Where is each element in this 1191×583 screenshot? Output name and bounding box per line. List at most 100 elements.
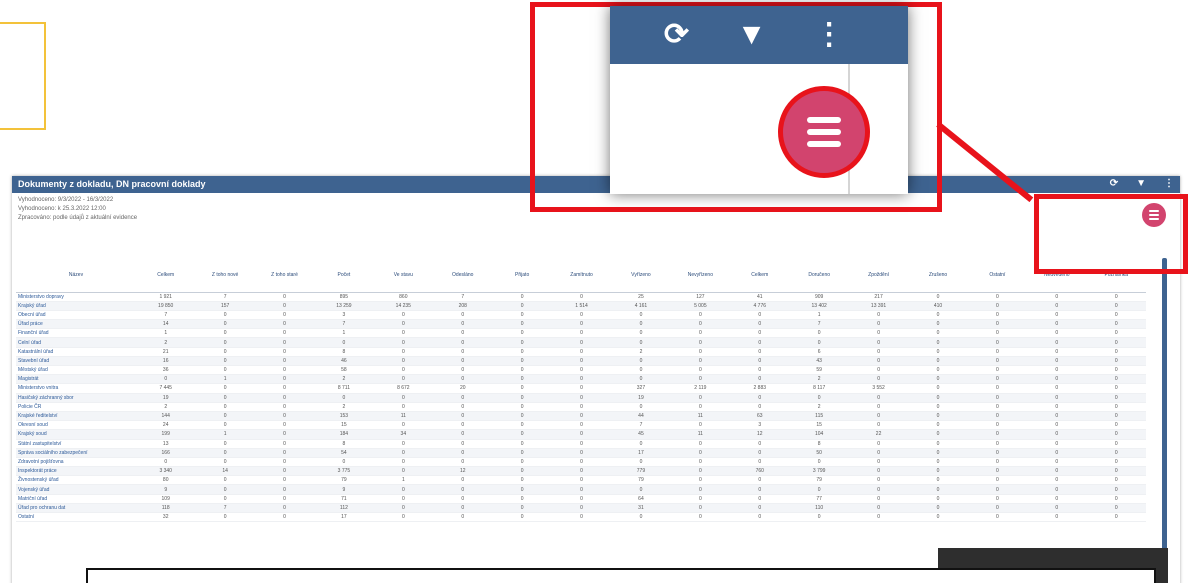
row-name-link[interactable]: Městský úřad — [16, 365, 136, 376]
table-cell: 0 — [670, 439, 731, 449]
more-vertical-icon[interactable]: ⋮ — [814, 20, 844, 50]
column-header[interactable]: Odesláno — [433, 258, 493, 293]
table-cell: 0 — [611, 328, 671, 339]
table-cell: 0 — [1027, 365, 1087, 376]
column-header[interactable]: Nevyřízeno — [670, 258, 731, 293]
table-cell: 0 — [789, 484, 849, 495]
table-cell: 0 — [254, 356, 315, 367]
row-name-link[interactable]: Krajský úřad — [16, 301, 136, 311]
table-cell: 0 — [492, 301, 552, 311]
table-cell: 0 — [1027, 484, 1087, 495]
table-cell: 0 — [1086, 292, 1146, 302]
row-name-link[interactable]: Krajské ředitelství — [16, 411, 136, 422]
row-name-link[interactable]: Zdravotní pojišťovna — [16, 457, 136, 468]
table-cell: 0 — [967, 365, 1028, 376]
row-name-link[interactable]: Ministerstvo dopravy — [16, 292, 136, 302]
row-name-link[interactable]: Živnostenský úřad — [16, 475, 136, 486]
table-cell: 0 — [492, 411, 552, 422]
table-cell: 0 — [908, 356, 968, 367]
column-header[interactable]: Zrušeno — [908, 258, 968, 293]
table-cell: 7 — [136, 310, 196, 321]
table-cell: 0 — [551, 347, 612, 357]
row-name-link[interactable]: Ostatní — [16, 512, 136, 523]
table-cell: 36 — [136, 365, 196, 376]
table-cell: 0 — [254, 383, 315, 394]
row-name-link[interactable]: Magistrát — [16, 374, 136, 385]
table-cell: 0 — [373, 402, 434, 412]
table-cell: 0 — [551, 393, 612, 403]
row-name-link[interactable]: Ministerstvo vnitra — [16, 383, 136, 394]
column-header[interactable]: Vyřízeno — [611, 258, 671, 293]
table-cell: 0 — [908, 328, 968, 339]
column-header[interactable]: Přijato — [492, 258, 552, 293]
table-cell: 0 — [1086, 411, 1146, 422]
table-cell: 0 — [551, 337, 612, 348]
row-name-link[interactable]: Hasičský záchranný sbor — [16, 393, 136, 403]
table-cell: 24 — [136, 420, 196, 431]
table-cell: 0 — [670, 402, 731, 412]
more-vertical-icon[interactable]: ⋮ — [1164, 178, 1174, 189]
table-cell: 5 005 — [670, 301, 731, 311]
row-name-link[interactable]: Matriční úřad — [16, 494, 136, 504]
row-name-link[interactable]: Policie ČR — [16, 402, 136, 412]
column-header[interactable]: Ve stavu — [373, 258, 434, 293]
row-name-link[interactable]: Státní zastupitelství — [16, 439, 136, 449]
row-name-link[interactable]: Stavební úřad — [16, 356, 136, 367]
table-cell: 0 — [611, 365, 671, 376]
table-cell: 0 — [1027, 337, 1087, 348]
column-header[interactable]: Zamítnuto — [551, 258, 612, 293]
row-name-link[interactable]: Správa sociálního zabezpečení — [16, 448, 136, 458]
column-header[interactable]: Z toho nové — [195, 258, 255, 293]
row-name-link[interactable]: Krajský soud — [16, 429, 136, 440]
table-cell: 21 — [136, 347, 196, 357]
column-header[interactable]: Celkem — [730, 258, 790, 293]
row-name-link[interactable]: Inspektorát práce — [16, 466, 136, 477]
table-cell: 0 — [1027, 383, 1087, 394]
refresh-icon[interactable]: ⟳ — [664, 20, 689, 50]
table-cell: 127 — [670, 292, 731, 302]
table-cell: 0 — [254, 337, 315, 348]
table-cell: 0 — [1027, 466, 1087, 477]
table-cell: 17 — [611, 448, 671, 458]
row-name-link[interactable]: Okresní soud — [16, 420, 136, 431]
table-cell: 7 — [433, 292, 493, 302]
table-cell: 0 — [1027, 420, 1087, 431]
row-name-link[interactable]: Vojenský úřad — [16, 484, 136, 495]
column-header[interactable]: Doručeno — [789, 258, 849, 293]
table-cell: 0 — [433, 429, 493, 440]
table-cell: 0 — [908, 411, 968, 422]
table-cell: 0 — [730, 337, 790, 348]
menu-fab-button-zoomed[interactable] — [778, 86, 870, 178]
row-name-link[interactable]: Finanční úřad — [16, 328, 136, 339]
column-header[interactable]: Zpoždění — [848, 258, 909, 293]
filter-icon[interactable]: ▼ — [737, 20, 767, 50]
table-scrollbar[interactable] — [1162, 258, 1167, 578]
table-cell: 0 — [551, 365, 612, 376]
row-name-link[interactable]: Úřad pro ochranu dat — [16, 503, 136, 514]
column-header[interactable]: Z toho staré — [254, 258, 315, 293]
table-cell: 0 — [551, 503, 612, 514]
row-name-link[interactable]: Katastrální úřad — [16, 347, 136, 357]
table-cell: 0 — [848, 393, 909, 403]
table-cell: 0 — [254, 484, 315, 495]
table-cell: 0 — [373, 337, 434, 348]
table-cell: 0 — [848, 402, 909, 412]
refresh-icon[interactable]: ⟳ — [1110, 178, 1118, 189]
table-cell: 1 — [789, 310, 849, 321]
table-cell: 0 — [433, 494, 493, 504]
column-header[interactable]: Počet — [314, 258, 374, 293]
filter-icon[interactable]: ▼ — [1136, 178, 1146, 189]
column-header[interactable]: Název — [16, 258, 136, 293]
row-name-link[interactable]: Úřad práce — [16, 319, 136, 330]
column-header[interactable]: Celkem — [136, 258, 196, 293]
table-cell: 0 — [373, 356, 434, 367]
table-row: Okresní soud 24 0 0 15 0 0 0 0 7 0 3 15 0 0 0 0 0 — [16, 420, 1146, 431]
table-cell: 0 — [730, 439, 790, 449]
row-name-link[interactable]: Celní úřad — [16, 337, 136, 348]
row-name-link[interactable]: Obecní úřad — [16, 310, 136, 321]
table-cell: 1 — [136, 328, 196, 339]
table-row: Katastrální úřad 21 0 0 8 0 0 0 0 2 0 0 6 0 0 0 0 0 — [16, 347, 1146, 357]
column-header[interactable]: Ostatní — [967, 258, 1028, 293]
table-cell: 0 — [1027, 494, 1087, 504]
table-cell: 0 — [195, 494, 255, 504]
